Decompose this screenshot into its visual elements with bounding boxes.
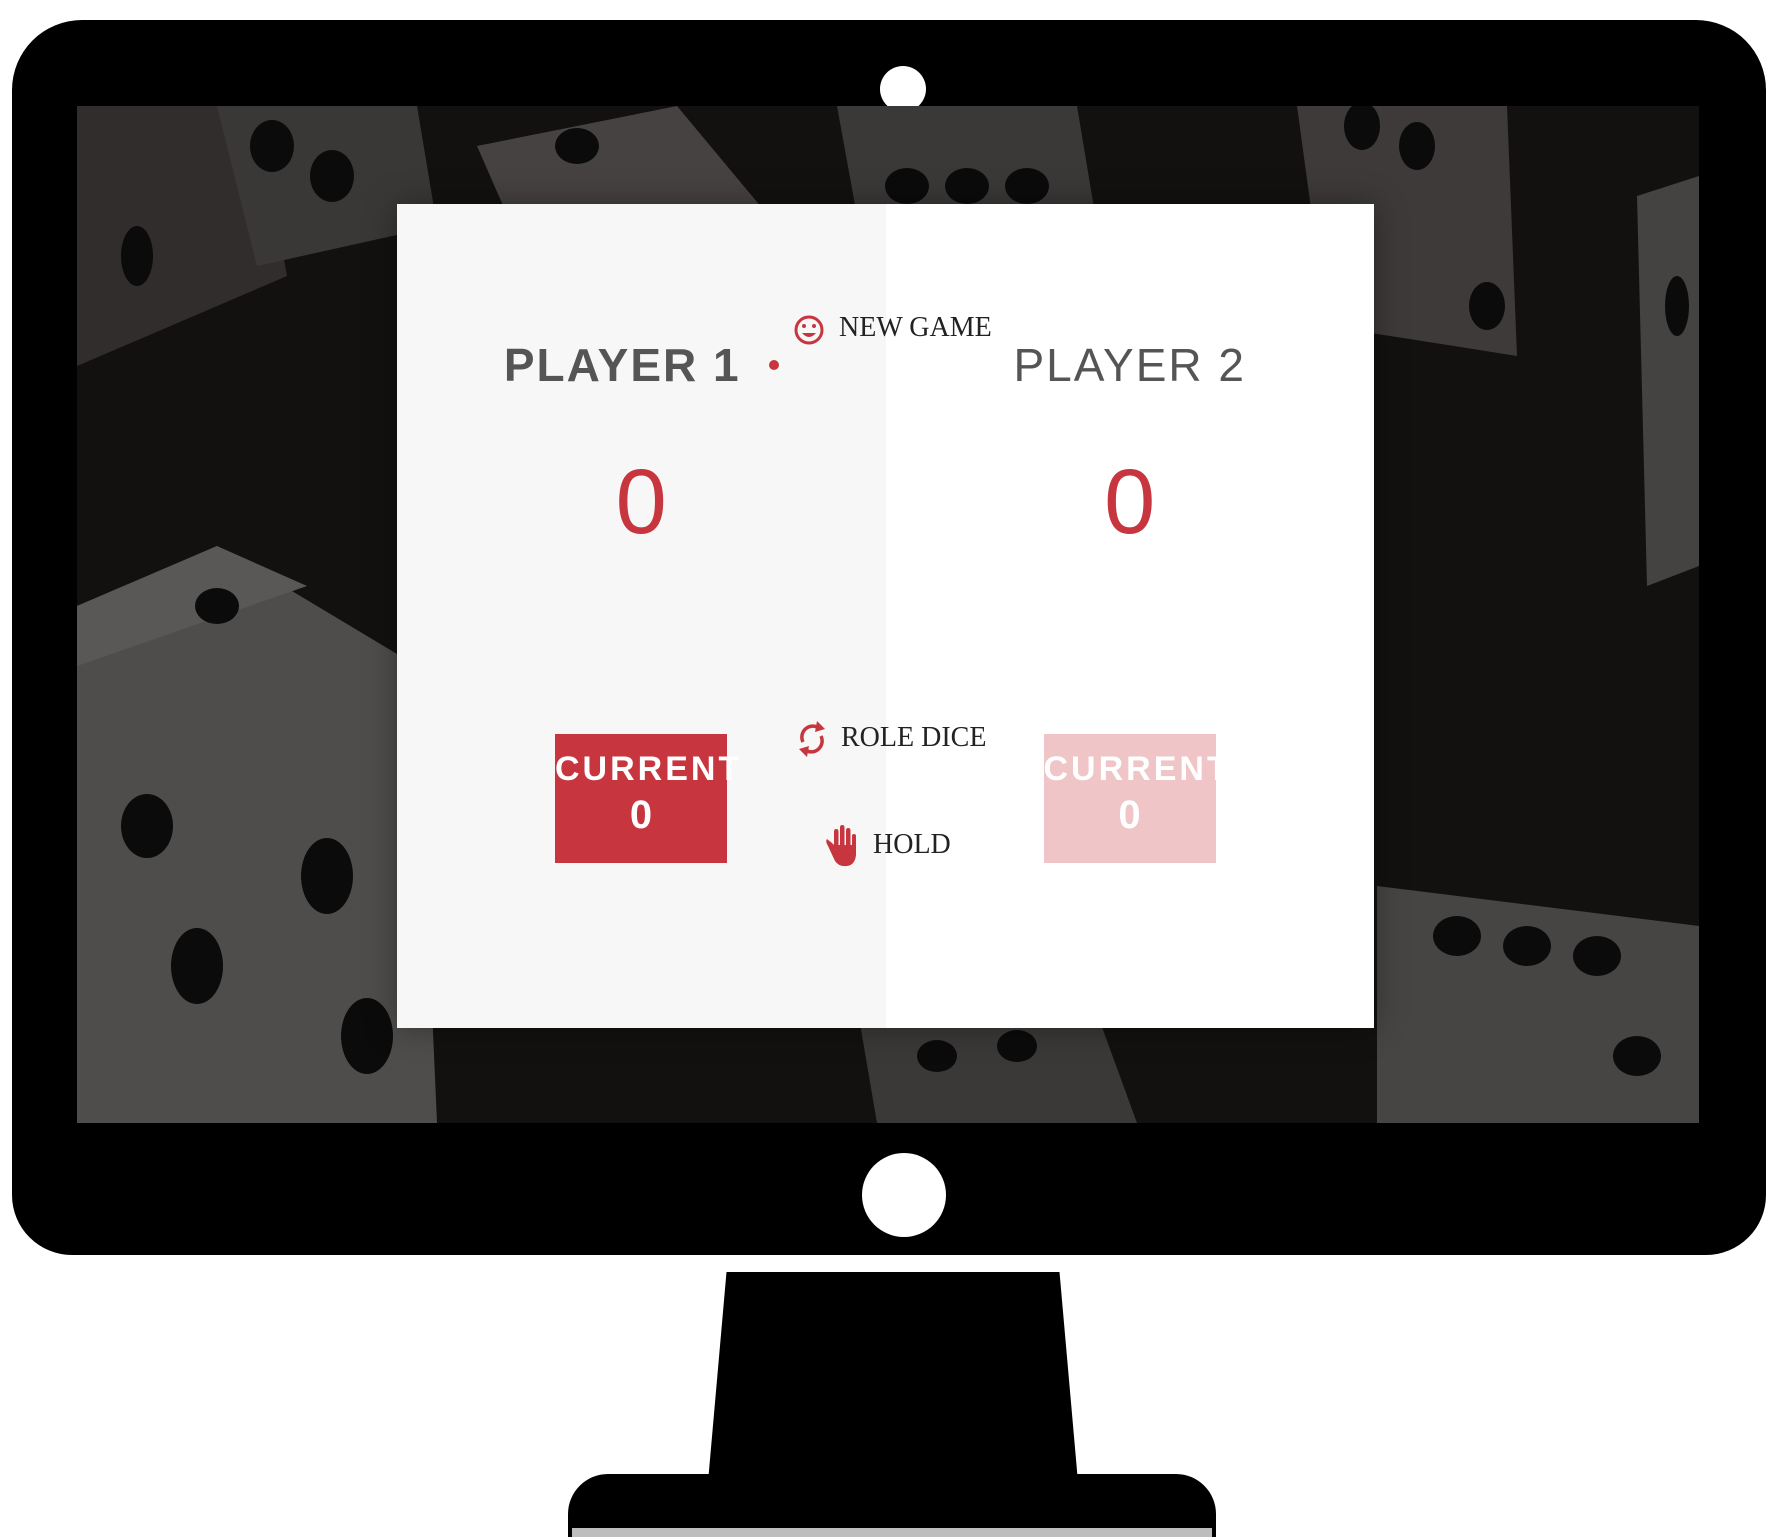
player-2-current-score: 0 bbox=[1118, 793, 1141, 837]
hold-label: HOLD bbox=[873, 829, 951, 860]
monitor-stand-edge bbox=[572, 1528, 1212, 1537]
player-1-score: 0 bbox=[615, 451, 667, 553]
smile-icon bbox=[793, 308, 825, 348]
new-game-label: NEW GAME bbox=[839, 312, 992, 343]
player-2-current-box: CURRENT 0 bbox=[1043, 734, 1231, 863]
refresh-icon bbox=[797, 716, 827, 760]
player-1-name-text: PLAYER 1 bbox=[503, 339, 741, 391]
roll-dice-label: ROLE DICE bbox=[841, 722, 987, 753]
player-1-current-box: CURRENT 0 bbox=[555, 734, 743, 863]
hand-icon bbox=[825, 821, 859, 869]
new-game-button[interactable]: NEW GAME bbox=[793, 308, 992, 348]
roll-dice-button[interactable]: ROLE DICE bbox=[797, 716, 986, 760]
monitor-stand-neck bbox=[708, 1272, 1078, 1482]
player-1-current-score: 0 bbox=[629, 793, 653, 837]
game-panel: PLAYER 1 0 CURRENT 0 PLAYER 2 0 CURRENT … bbox=[397, 204, 1374, 1028]
monitor-logo-button bbox=[862, 1153, 946, 1237]
active-player-indicator bbox=[768, 359, 779, 370]
page: PLAYER 1 0 CURRENT 0 PLAYER 2 0 CURRENT … bbox=[0, 0, 1766, 1537]
player-1-current-label: CURRENT bbox=[555, 750, 743, 788]
player-2-current-label: CURRENT bbox=[1043, 750, 1231, 788]
hold-button[interactable]: HOLD bbox=[825, 821, 951, 869]
player-2-score: 0 bbox=[1104, 451, 1156, 553]
